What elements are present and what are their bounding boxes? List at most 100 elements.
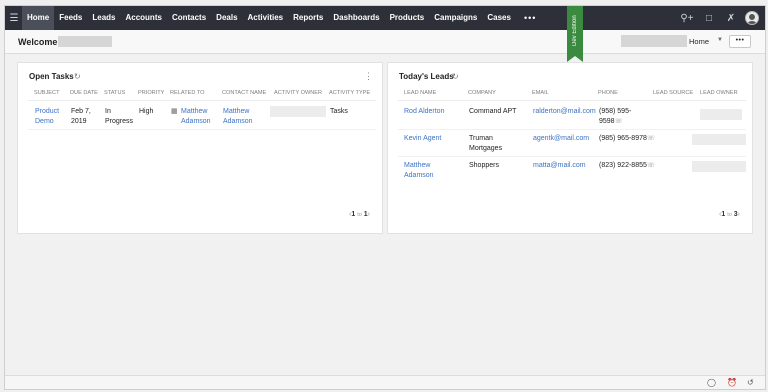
column-header[interactable]: DUE DATE bbox=[70, 90, 98, 96]
divider bbox=[28, 129, 376, 130]
nav-accounts[interactable]: Accounts bbox=[120, 6, 166, 30]
avatar[interactable] bbox=[745, 11, 759, 25]
kebab-menu-icon[interactable]: ⋮ bbox=[364, 71, 373, 82]
column-header[interactable]: PRIORITY bbox=[138, 90, 164, 96]
crm-window: ☰ Home Feeds Leads Accounts Contacts Dea… bbox=[4, 5, 766, 390]
nav-cases[interactable]: Cases bbox=[482, 6, 516, 30]
pagination: ‹1 to 1› bbox=[349, 211, 370, 218]
lead-name-link[interactable]: Rod Alderton bbox=[404, 107, 444, 117]
phone-icon[interactable]: ☏ bbox=[647, 135, 655, 142]
task-subject-line: Product bbox=[35, 108, 60, 115]
calendar-add-icon[interactable]: □ bbox=[701, 13, 717, 24]
page-header: Welcome Home ▼ ••• bbox=[5, 30, 765, 54]
lead-name-link[interactable]: Matthew Adamson bbox=[404, 161, 434, 181]
pager-from: 1 bbox=[351, 211, 356, 218]
chevron-right-icon[interactable]: › bbox=[368, 211, 370, 218]
refresh-icon[interactable]: ↻ bbox=[74, 72, 81, 81]
lead-email-link[interactable]: ralderton@mail.com bbox=[533, 107, 596, 117]
nav-home[interactable]: Home bbox=[22, 6, 55, 30]
lead-name-link[interactable]: Kevin Agent bbox=[404, 134, 441, 144]
lead-name-line: Adamson bbox=[404, 172, 434, 179]
nav-feeds[interactable]: Feeds bbox=[54, 6, 87, 30]
task-due-date: Feb 7, 2019 bbox=[71, 107, 91, 127]
nav-products[interactable]: Products bbox=[385, 6, 430, 30]
column-header[interactable]: LEAD NAME bbox=[404, 90, 436, 96]
chevron-right-icon[interactable]: › bbox=[738, 211, 740, 218]
lead-name-line: Rod Alderton bbox=[404, 108, 445, 115]
user-name-redacted bbox=[58, 36, 112, 47]
divider bbox=[398, 100, 746, 101]
column-header[interactable]: STATUS bbox=[104, 90, 125, 96]
nav-dashboards[interactable]: Dashboards bbox=[328, 6, 384, 30]
column-header[interactable]: SUBJECT bbox=[34, 90, 60, 96]
header-more-button[interactable]: ••• bbox=[729, 35, 751, 48]
contact-name-link[interactable]: Matthew Adamson bbox=[223, 107, 253, 127]
nav-right-tools: ⚲+ □ ✗ bbox=[679, 6, 765, 30]
lead-company: Truman Mortgages bbox=[469, 134, 502, 154]
lead-email-link[interactable]: matta@mail.com bbox=[533, 161, 586, 171]
pager-from: 1 bbox=[721, 211, 726, 218]
setup-tools-icon[interactable]: ✗ bbox=[723, 13, 739, 24]
chevron-down-icon[interactable]: ▼ bbox=[717, 37, 723, 43]
task-status: In Progress bbox=[105, 107, 133, 127]
divider bbox=[28, 100, 376, 101]
nav-contacts[interactable]: Contacts bbox=[167, 6, 211, 30]
lead-owner-redacted bbox=[692, 134, 746, 145]
lead-owner-redacted bbox=[692, 161, 746, 172]
nav-reports[interactable]: Reports bbox=[288, 6, 328, 30]
home-view-select[interactable]: Home bbox=[689, 37, 709, 46]
related-to-line: Matthew bbox=[181, 108, 208, 115]
company-line: Mortgages bbox=[469, 145, 503, 152]
column-header[interactable]: PHONE bbox=[598, 90, 618, 96]
column-header[interactable]: LEAD OWNER bbox=[700, 90, 738, 96]
refresh-icon[interactable]: ↻ bbox=[452, 72, 459, 81]
nav-activities[interactable]: Activities bbox=[243, 6, 289, 30]
chat-icon[interactable]: ◯ bbox=[707, 378, 716, 387]
lead-phone[interactable]: (958) 595- 9598☏ bbox=[599, 107, 631, 127]
lead-phone[interactable]: (985) 965-8978☏ bbox=[599, 134, 655, 144]
column-header[interactable]: ACTIVITY OWNER bbox=[274, 90, 322, 96]
company-line: Command APT bbox=[469, 108, 517, 115]
column-header[interactable]: EMAIL bbox=[532, 90, 549, 96]
contact-card-icon: ▦ bbox=[171, 108, 178, 115]
task-subject-line: Demo bbox=[35, 118, 54, 125]
lead-name-line: Matthew bbox=[404, 162, 431, 169]
nav-deals[interactable]: Deals bbox=[211, 6, 242, 30]
footer-bar: ◯ ⏰ ↺ bbox=[5, 375, 765, 389]
alarm-clock-icon[interactable]: ⏰ bbox=[727, 378, 737, 387]
lead-phone[interactable]: (823) 922-8855☏ bbox=[599, 161, 655, 171]
lead-owner-redacted bbox=[700, 109, 742, 120]
task-subject-link[interactable]: Product Demo bbox=[35, 107, 59, 127]
divider bbox=[398, 156, 746, 157]
column-header[interactable]: RELATED TO bbox=[170, 90, 205, 96]
phone-icon[interactable]: ☏ bbox=[647, 162, 655, 169]
ribbon-label: Dev Edition bbox=[572, 15, 578, 47]
panel-title: Open Tasks bbox=[29, 72, 74, 81]
pagination: ‹1 to 3› bbox=[719, 211, 740, 218]
lead-company: Shoppers bbox=[469, 161, 499, 171]
history-icon[interactable]: ↺ bbox=[747, 378, 754, 387]
contact-name-line: Adamson bbox=[223, 118, 253, 125]
company-line: Shoppers bbox=[469, 162, 499, 169]
dev-edition-ribbon: Dev Edition bbox=[567, 6, 583, 62]
column-header[interactable]: COMPANY bbox=[468, 90, 496, 96]
phone-line: (985) 965-8978 bbox=[599, 135, 647, 142]
nav-leads[interactable]: Leads bbox=[87, 6, 120, 30]
lead-email-link[interactable]: agentk@mail.com bbox=[533, 134, 589, 144]
nav-more-button[interactable]: ••• bbox=[516, 13, 544, 23]
column-header[interactable]: CONTACT NAME bbox=[222, 90, 266, 96]
divider bbox=[398, 129, 746, 130]
column-header[interactable]: LEAD SOURCE bbox=[653, 90, 693, 96]
related-to-link[interactable]: Matthew Adamson bbox=[181, 107, 211, 127]
welcome-text: Welcome bbox=[18, 37, 58, 47]
top-nav: ☰ Home Feeds Leads Accounts Contacts Dea… bbox=[5, 6, 765, 30]
due-date-line: Feb 7, bbox=[71, 108, 91, 115]
phone-line: 9598 bbox=[599, 118, 615, 125]
column-header[interactable]: ACTIVITY TYPE bbox=[329, 90, 370, 96]
activity-owner-redacted bbox=[270, 106, 326, 117]
search-add-icon[interactable]: ⚲+ bbox=[679, 13, 695, 24]
pager-to-label: to bbox=[357, 212, 362, 218]
hamburger-icon[interactable]: ☰ bbox=[6, 13, 22, 24]
phone-icon[interactable]: ☏ bbox=[615, 118, 623, 125]
nav-campaigns[interactable]: Campaigns bbox=[429, 6, 482, 30]
